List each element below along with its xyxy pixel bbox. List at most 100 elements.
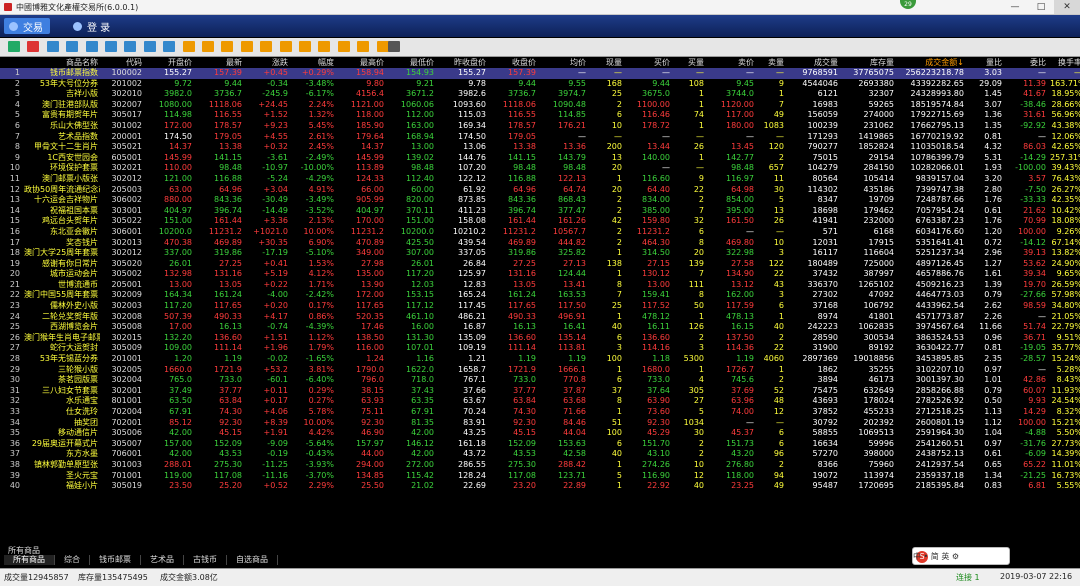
table-row[interactable]: 4 澳门驻港部队版 302007 1080.00 1118.06 +24.45 2.24% 1…	[0, 100, 1080, 111]
tab-all[interactable]: 所有商品	[4, 555, 55, 565]
column-header[interactable]: 昨收盘价	[436, 57, 488, 68]
column-header[interactable]: 量比	[966, 57, 1004, 68]
column-header[interactable]: 买价	[624, 57, 672, 68]
line-icon[interactable]	[27, 41, 40, 52]
table-row[interactable]: 36 29届奥运开幕式片 305007 157.00 152.09 -9.09 -5.64%…	[0, 439, 1080, 450]
table-row[interactable]: 19 感谢有你日常片 305020 26.01 27.25 +0.41 1.53% 27.98…	[0, 259, 1080, 270]
table-row[interactable]: 32 水乐通宝 801001 63.50 63.84 +0.17 0.27% 63.93 63.…	[0, 396, 1080, 407]
column-header[interactable]: 买量	[672, 57, 706, 68]
column-header[interactable]: 开盘价	[144, 57, 194, 68]
table-row[interactable]: 13 十六运会吉祥物片 306002 880.00 843.36 -30.49 -3.49%…	[0, 195, 1080, 206]
table-row[interactable]: 38 镇林郭勤单原型张 301003 288.01 275.30 -11.25 -3.93%…	[0, 460, 1080, 471]
table-row[interactable]: 29 三轮猴小版 302005 1660.0 1721.9 +53.2 3.81% 1790.…	[0, 365, 1080, 376]
b5-icon[interactable]	[260, 41, 273, 52]
table-row[interactable]: 35 移动通信片 305006 42.00 45.15 +1.91 4.42% 46.90 42…	[0, 428, 1080, 439]
column-header[interactable]: 卖量	[756, 57, 786, 68]
table-row[interactable]: 23 儒林外史小版 302003 117.20 117.65 +0.20 0.17% 117.…	[0, 301, 1080, 312]
tab-market-5[interactable]: 自选商品	[227, 555, 278, 565]
table-row[interactable]: 30 茶茗园版票 302004 765.0 733.0 -60.1 -6.40% 796.0 7…	[0, 375, 1080, 386]
f-icon[interactable]	[124, 41, 137, 52]
table-row[interactable]: 22 澳门中国55周年套票 302009 164.34 161.24 -4.00 -2.42…	[0, 290, 1080, 301]
table-row[interactable]: 8 甲骨文十二生肖片 305021 14.37 13.38 +0.32 2.45% 14.37…	[0, 142, 1080, 153]
column-header[interactable]: 委比	[1004, 57, 1048, 68]
table-row[interactable]: 25 西湖博览会片 305008 17.00 16.13 -0.74 -4.39% 17.46…	[0, 322, 1080, 333]
tab-market-1[interactable]: 综合	[55, 555, 90, 565]
table-row[interactable]: 18 澳门大学25周年套票 302012 337.00 319.86 -17.19 -5.1…	[0, 248, 1080, 259]
news-icon[interactable]	[105, 41, 117, 52]
table-row[interactable]: 34 抽奖团 702001 85.12 92.30 +8.39 10.00% 92.30 81.…	[0, 418, 1080, 429]
b4-icon[interactable]	[240, 41, 253, 52]
tab-market-3[interactable]: 艺术品	[141, 555, 184, 565]
column-header[interactable]: 商品名称	[22, 57, 100, 68]
table-row[interactable]: 11 澳门邮票小版张 302012 121.00 116.88 -5.24 -4.29% 12…	[0, 174, 1080, 185]
table-row[interactable]: 12 政协50周年流通纪念币 205003 63.00 64.96 +3.04 4.91% 6…	[0, 185, 1080, 196]
column-header[interactable]: 幅度	[290, 57, 336, 68]
minimize-button[interactable]: —	[1002, 0, 1028, 14]
nav-trade-tab[interactable]: 交易	[4, 18, 50, 34]
tab-market-2[interactable]: 钱币邮票	[90, 555, 141, 565]
b8-icon[interactable]	[318, 41, 331, 52]
column-header[interactable]: 涨跌	[244, 57, 290, 68]
b1-icon[interactable]	[182, 41, 195, 52]
table-row[interactable]: 5 富贵有期贺年片 305017 114.98 116.55 +1.52 1.32% 118.…	[0, 110, 1080, 121]
f2-icon[interactable]	[143, 41, 156, 52]
x-icon[interactable]	[163, 41, 176, 52]
table-row[interactable]: 31 三八妇女节套票 302001 37.49 37.77 +0.11 0.29% 38.15…	[0, 386, 1080, 397]
table-row[interactable]: 39 圣火元宝 701001 119.00 117.08 -11.16 -3.70% 134.…	[0, 471, 1080, 482]
table-row[interactable]: 3 吉祥小版 302010 3982.0 3736.7 -245.9 -6.17% 4156.…	[0, 89, 1080, 100]
table-row[interactable]: 20 城市运动会片 305002 132.98 131.16 +5.19 4.12% 135.…	[0, 269, 1080, 280]
table-row[interactable]: 14 祝福祖国本票 303001 404.97 396.74 -14.49 -3.52% 40…	[0, 206, 1080, 217]
b6-icon[interactable]	[279, 41, 292, 52]
table-row[interactable]: 33 仕女洗玲 702004 67.91 74.30 +4.06 5.78% 75.11 67.…	[0, 407, 1080, 418]
table-cell: 161.24	[214, 290, 242, 300]
table-cell: 100002	[100, 68, 144, 79]
table-row[interactable]: 26 澳门猴年生肖电子邮票 302015 132.20 136.60 +1.51 1.12%…	[0, 333, 1080, 344]
b10-icon[interactable]	[357, 41, 370, 52]
candle-icon[interactable]	[46, 41, 59, 52]
table-row[interactable]: 10 环境保护套票 302021 110.00 98.48 -10.97 -10.00% 11…	[0, 163, 1080, 174]
nav-login-tab[interactable]: 登 录	[68, 18, 110, 34]
column-header[interactable]: 均价	[538, 57, 588, 68]
table-row[interactable]: 24 二轮兑奖贺年版 302008 507.39 490.33 +4.17 0.86% 520…	[0, 312, 1080, 323]
ime-toolbar[interactable]: S中 • 简 英 ⚙	[912, 547, 1010, 565]
column-header[interactable]: 最新	[194, 57, 244, 68]
bar-icon[interactable]	[66, 41, 79, 52]
close-button[interactable]: ✕	[1054, 0, 1080, 14]
column-header[interactable]: 成交金额↓	[896, 57, 966, 68]
table-row[interactable]: 9 1C西安世园会 605001 145.99 141.15 -3.61 -2.49% 145…	[0, 153, 1080, 164]
table-row[interactable]: 27 蛇行大运贺封 305009 109.00 111.14 +1.96 1.79% 116.…	[0, 343, 1080, 354]
table-row[interactable]: 28 53年无锡蓝分券 201001 1.20 1.19 -0.02 -1.65% 1.24 1…	[0, 354, 1080, 365]
b2-icon[interactable]	[202, 41, 214, 52]
table-row[interactable]: 17 奖杏钱片 302013 470.38 469.89 +30.35 6.90% 470.8…	[0, 238, 1080, 249]
table-row[interactable]: 1 钱币邮票指数 100002 155.27 157.39 +0.45 +0.29% 158.…	[0, 68, 1080, 79]
b9-icon[interactable]	[337, 41, 350, 52]
table-row[interactable]: 2 53年大号位分券 201002 9.72 9.44 -0.34 -3.48% 9.80 9.…	[0, 79, 1080, 90]
b7-icon[interactable]	[299, 41, 311, 52]
table-row[interactable]: 16 东北亚会徽片 306001 10200.0 11231.2 +1021.0 10.00…	[0, 227, 1080, 238]
table-row[interactable]: 15 鸡远台头贺年片 305022 151.00 161.44 +3.36 2.13% 170…	[0, 216, 1080, 227]
tab-market-4[interactable]: 古钱币	[184, 555, 227, 565]
table-row[interactable]: 6 乐山大佛型张 301002 172.00 178.57 +9.23 5.45% 185.9…	[0, 121, 1080, 132]
table-row[interactable]: 37 东方水墨 706001 42.00 43.53 -0.19 -0.43% 44.00 42…	[0, 449, 1080, 460]
grid-icon[interactable]	[85, 41, 98, 52]
b3-icon[interactable]	[221, 41, 234, 52]
column-header[interactable]: 代码	[100, 57, 144, 68]
maximize-button[interactable]: □	[1028, 0, 1054, 14]
table-cell: 161.26	[558, 216, 586, 226]
table-row[interactable]: 21 世博流通币 205001 13.00 13.05 +0.22 1.71% 13.90 12…	[0, 280, 1080, 291]
column-header[interactable]: 库存量	[840, 57, 896, 68]
column-header[interactable]: 最低价	[386, 57, 436, 68]
b11-icon[interactable]	[376, 41, 389, 52]
column-header[interactable]	[0, 57, 22, 68]
chart-icon[interactable]	[8, 41, 20, 52]
quote-table[interactable]: 商品名称 代码 开盘价 最新 涨跌 幅度 最高价 最低价 昨收盘价 收盘价 均价 现量 买价 买量 卖价 卖量…	[0, 57, 1080, 492]
gear-icon[interactable]	[388, 41, 400, 52]
table-row[interactable]: 7 艺术品指数 200001 174.50 179.05 +4.55 2.61% 179.64…	[0, 132, 1080, 143]
column-header[interactable]: 成交量	[786, 57, 840, 68]
column-header[interactable]: 收盘价	[488, 57, 538, 68]
column-header[interactable]: 现量	[588, 57, 624, 68]
column-header[interactable]: 卖价	[706, 57, 756, 68]
column-header[interactable]: 最高价	[336, 57, 386, 68]
table-row[interactable]: 40 福娃小片 305019 23.50 25.20 +0.52 2.29% 25.50 21.…	[0, 481, 1080, 492]
column-header[interactable]: 换手率	[1048, 57, 1080, 68]
